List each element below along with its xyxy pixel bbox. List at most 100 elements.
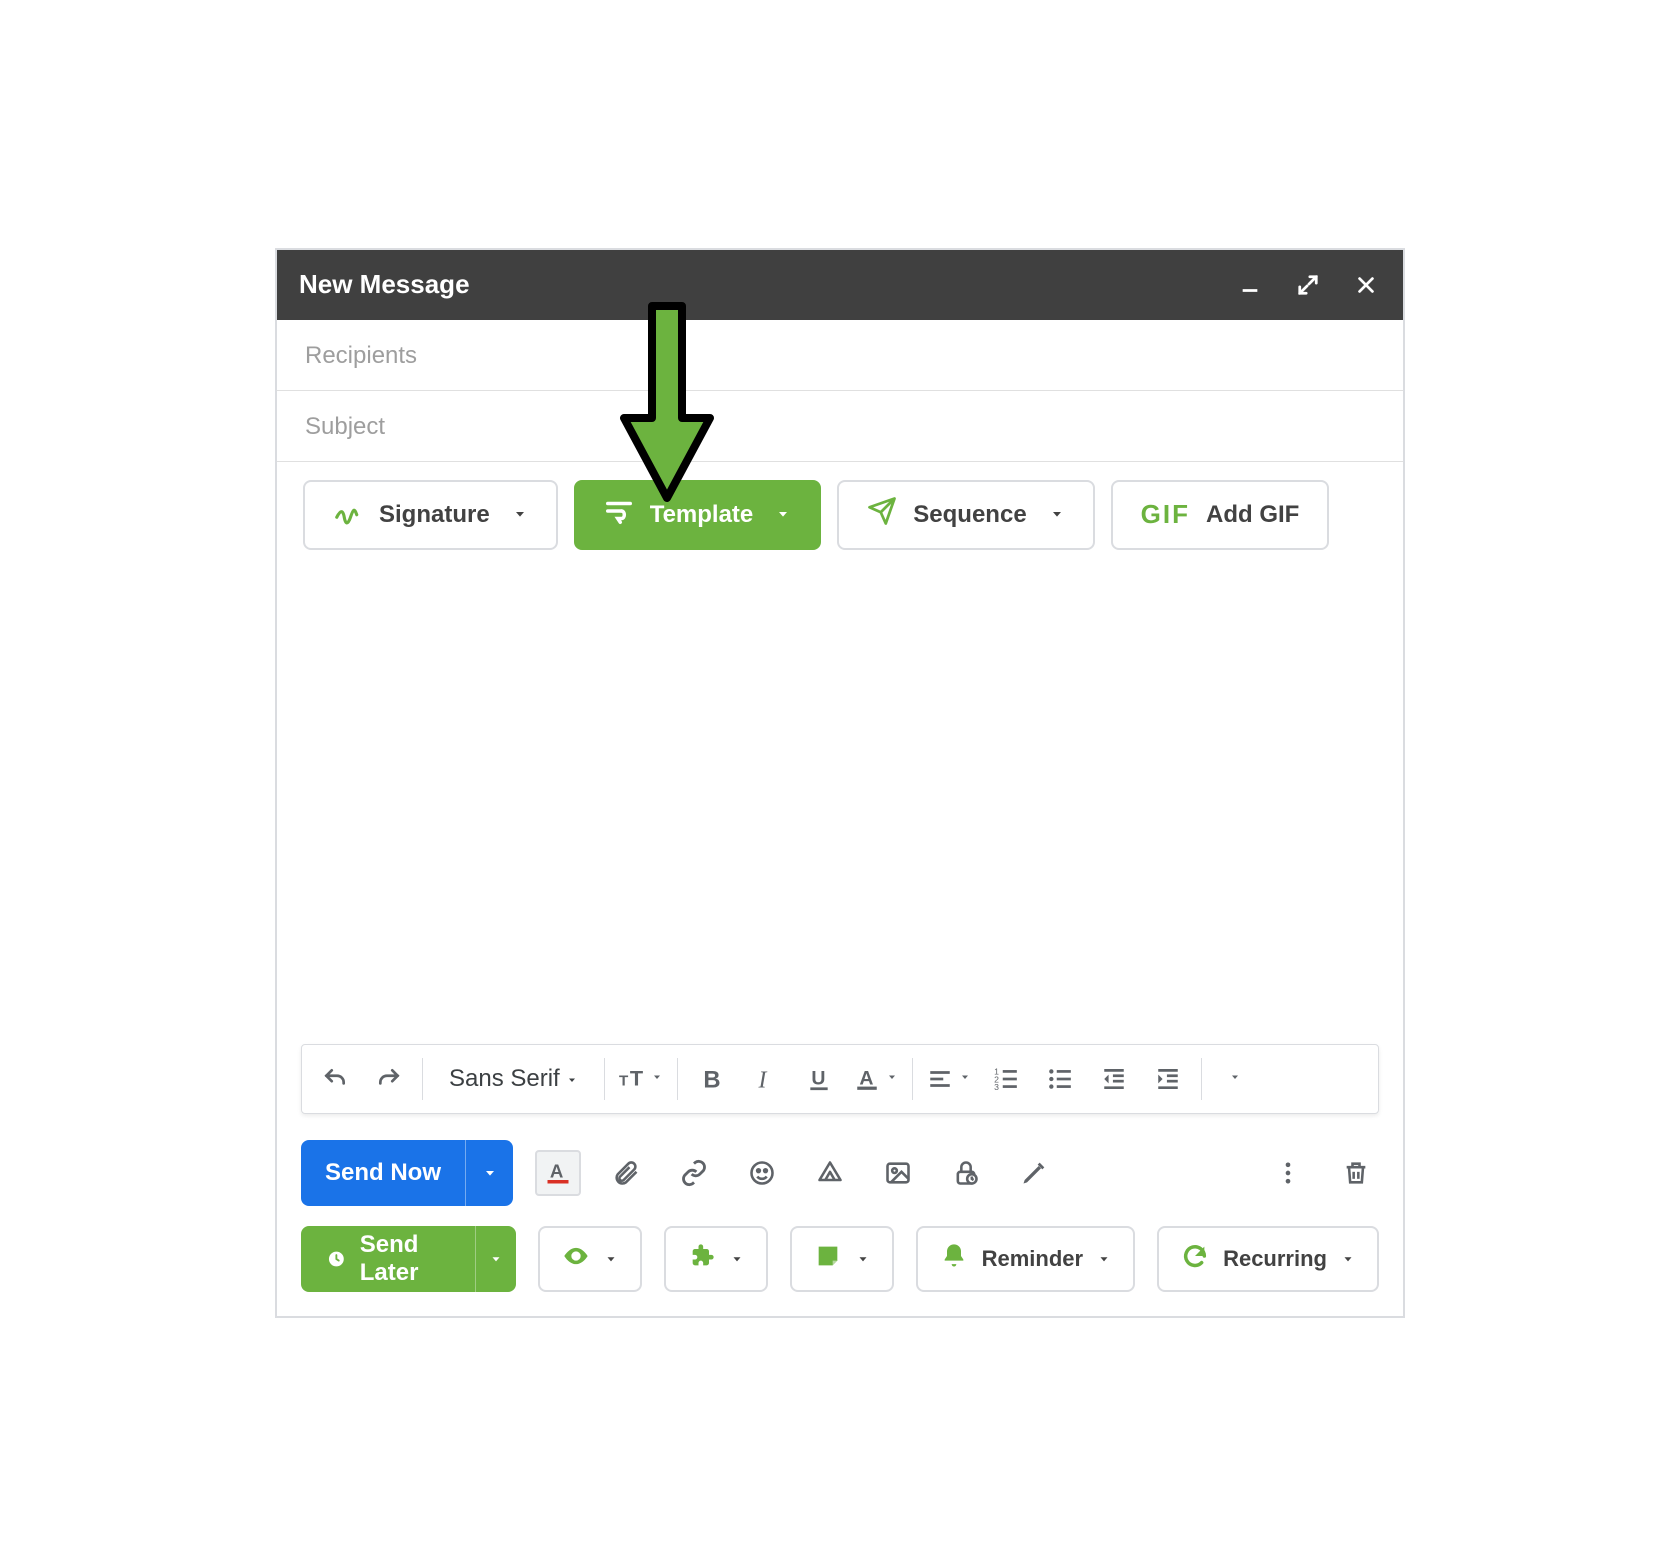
font-family-select[interactable]: Sans Serif xyxy=(431,1054,596,1104)
text-format-toggle[interactable]: A xyxy=(535,1150,581,1196)
extension-button[interactable] xyxy=(664,1226,768,1292)
svg-text:T: T xyxy=(619,1072,629,1089)
sequence-label: Sequence xyxy=(913,501,1026,529)
compose-window: New Message Recipients Subject Signature xyxy=(275,248,1405,1318)
sticky-note-icon xyxy=(814,1242,842,1276)
numbered-list-button[interactable]: 123 xyxy=(981,1054,1031,1104)
caret-down-icon xyxy=(959,1070,971,1088)
align-button[interactable] xyxy=(921,1054,977,1104)
reminder-label: Reminder xyxy=(982,1246,1083,1272)
close-button[interactable] xyxy=(1351,270,1381,300)
caret-down-icon xyxy=(775,501,791,529)
bold-button[interactable]: B xyxy=(686,1054,736,1104)
notes-button[interactable] xyxy=(790,1226,894,1292)
more-vertical-icon xyxy=(1274,1159,1302,1187)
caret-down-icon xyxy=(1229,1070,1241,1088)
confidential-mode-button[interactable] xyxy=(943,1150,989,1196)
template-button[interactable]: Template xyxy=(574,480,822,550)
send-later-caret[interactable] xyxy=(475,1226,515,1292)
redo-icon xyxy=(376,1066,402,1092)
insert-emoji-button[interactable] xyxy=(739,1150,785,1196)
numbered-list-icon: 123 xyxy=(993,1066,1019,1092)
minimize-icon xyxy=(1239,274,1261,296)
send-later-label: Send Later xyxy=(360,1231,449,1287)
svg-text:A: A xyxy=(859,1067,873,1089)
text-color-button[interactable]: A xyxy=(848,1054,904,1104)
send-now-button[interactable]: Send Now xyxy=(301,1140,513,1206)
recurring-button[interactable]: Recurring xyxy=(1157,1226,1379,1292)
insert-drive-button[interactable] xyxy=(807,1150,853,1196)
undo-button[interactable] xyxy=(310,1054,360,1104)
recipients-field[interactable]: Recipients xyxy=(277,320,1403,391)
subject-field[interactable]: Subject xyxy=(277,391,1403,462)
minimize-button[interactable] xyxy=(1235,270,1265,300)
tracking-button[interactable] xyxy=(538,1226,642,1292)
bulleted-list-button[interactable] xyxy=(1035,1054,1085,1104)
bold-icon: B xyxy=(698,1066,724,1092)
underline-button[interactable]: U xyxy=(794,1054,844,1104)
caret-down-icon xyxy=(1341,1246,1355,1272)
template-label: Template xyxy=(650,501,754,529)
reminder-button[interactable]: Reminder xyxy=(916,1226,1135,1292)
bulleted-list-icon xyxy=(1047,1066,1073,1092)
insert-signature-button[interactable] xyxy=(1011,1150,1057,1196)
paper-plane-icon xyxy=(867,496,897,533)
redo-button[interactable] xyxy=(364,1054,414,1104)
caret-down-icon xyxy=(482,1165,498,1181)
caret-down-icon xyxy=(730,1246,744,1272)
caret-down-icon xyxy=(512,501,528,529)
refresh-icon xyxy=(1181,1242,1209,1276)
text-format-icon: A xyxy=(544,1159,572,1187)
font-size-icon: TT xyxy=(619,1066,645,1092)
font-size-button[interactable]: TT xyxy=(613,1054,669,1104)
indent-less-button[interactable] xyxy=(1089,1054,1139,1104)
gif-icon: GIF xyxy=(1141,499,1190,530)
svg-text:B: B xyxy=(703,1066,720,1091)
add-gif-button[interactable]: GIF Add GIF xyxy=(1111,480,1330,550)
more-formatting-button[interactable] xyxy=(1210,1054,1260,1104)
svg-text:I: I xyxy=(757,1067,767,1091)
emoji-icon xyxy=(748,1159,776,1187)
bell-icon xyxy=(940,1242,968,1276)
attach-file-button[interactable] xyxy=(603,1150,649,1196)
caret-down-icon xyxy=(886,1070,898,1088)
insert-photo-button[interactable] xyxy=(875,1150,921,1196)
fullscreen-button[interactable] xyxy=(1293,270,1323,300)
svg-text:A: A xyxy=(550,1160,563,1181)
titlebar: New Message xyxy=(277,250,1403,320)
clock-icon xyxy=(327,1246,346,1272)
indent-more-button[interactable] xyxy=(1143,1054,1193,1104)
caret-down-icon xyxy=(566,1065,578,1093)
eye-icon xyxy=(562,1242,590,1276)
recipients-placeholder: Recipients xyxy=(305,342,417,369)
signature-button[interactable]: Signature xyxy=(303,480,558,550)
indent-more-icon xyxy=(1155,1066,1181,1092)
link-icon xyxy=(680,1159,708,1187)
discard-draft-button[interactable] xyxy=(1333,1150,1379,1196)
send-row: Send Now A xyxy=(277,1114,1403,1206)
signature-label: Signature xyxy=(379,501,490,529)
caret-down-icon xyxy=(856,1246,870,1272)
undo-icon xyxy=(322,1066,348,1092)
indent-less-icon xyxy=(1101,1066,1127,1092)
template-icon xyxy=(604,496,634,533)
drive-icon xyxy=(816,1159,844,1187)
italic-icon: I xyxy=(752,1066,778,1092)
subject-placeholder: Subject xyxy=(305,413,385,440)
format-toolbar: Sans Serif TT B I U A 123 xyxy=(301,1044,1379,1114)
more-options-button[interactable] xyxy=(1265,1150,1311,1196)
caret-down-icon xyxy=(1097,1246,1111,1272)
sequence-button[interactable]: Sequence xyxy=(837,480,1094,550)
italic-button[interactable]: I xyxy=(740,1054,790,1104)
schedule-row: Send Later Reminder Recurring xyxy=(277,1206,1403,1316)
close-icon xyxy=(1355,274,1377,296)
send-options-caret[interactable] xyxy=(465,1140,513,1206)
fullscreen-icon xyxy=(1297,274,1319,296)
send-later-button[interactable]: Send Later xyxy=(301,1226,516,1292)
align-left-icon xyxy=(927,1066,953,1092)
svg-text:3: 3 xyxy=(994,1081,999,1091)
caret-down-icon xyxy=(489,1252,503,1266)
message-body[interactable] xyxy=(277,550,1403,1044)
insert-link-button[interactable] xyxy=(671,1150,717,1196)
caret-down-icon xyxy=(1049,501,1065,529)
